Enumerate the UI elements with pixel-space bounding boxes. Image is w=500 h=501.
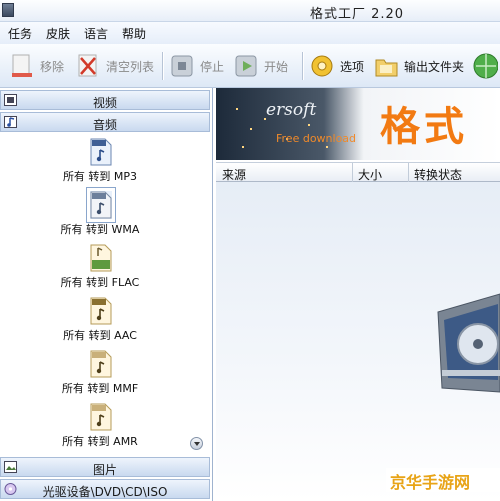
amr-file-icon — [90, 403, 112, 431]
category-rom-device[interactable]: 光驱设备\DVD\CD\ISO — [0, 479, 210, 499]
task-list-header: 来源 大小 转换状态 — [216, 162, 500, 182]
category-video[interactable]: 视频 — [0, 90, 210, 110]
format-aac[interactable]: 所有 转到 AAC — [0, 297, 200, 349]
title-bar: 格式工厂 2.20 — [0, 0, 500, 22]
stop-icon — [170, 52, 196, 80]
category-audio[interactable]: 音频 — [0, 112, 210, 132]
format-flac[interactable]: 所有 转到 FLAC — [0, 244, 200, 296]
banner-title: 格式工 — [380, 104, 468, 150]
menu-task[interactable]: 任务 — [8, 25, 32, 42]
wma-file-icon — [86, 187, 116, 223]
window-title: 格式工厂 2.20 — [310, 7, 405, 22]
banner-subtitle: Free download — [276, 132, 357, 145]
menu-bar: 任务 皮肤 语言 帮助 — [0, 22, 500, 44]
remove-button[interactable]: 移除 — [10, 50, 64, 82]
brand-logo-text: ersoft — [266, 100, 317, 120]
options-icon — [310, 52, 336, 80]
category-image[interactable]: 图片 — [0, 457, 210, 477]
format-amr[interactable]: 所有 转到 AMR — [0, 403, 200, 455]
globe-icon — [472, 52, 499, 80]
menu-help[interactable]: 帮助 — [122, 25, 146, 42]
brand-banner: ersoft Free download 格式工 — [216, 88, 500, 160]
format-wma[interactable]: 所有 转到 WMA — [0, 187, 200, 243]
mmf-file-icon — [90, 350, 112, 378]
remove-icon — [10, 52, 36, 80]
format-mmf[interactable]: 所有 转到 MMF — [0, 350, 200, 402]
category-panel: 视频 音频 所有 转到 MP3 所有 转到 WMA 所有 转到 FLAC 所有 … — [0, 88, 213, 501]
film-disc-illustration — [428, 292, 500, 402]
column-status[interactable]: 转换状态 — [414, 166, 462, 183]
watermark-text: 京华手游网 — [386, 468, 500, 492]
mp3-file-icon — [90, 138, 112, 166]
flac-file-icon — [90, 244, 112, 272]
app-icon — [2, 3, 14, 17]
toolbar: 移除 清空列表 停止 开始 选项 输出文件夹 — [0, 44, 500, 88]
column-size[interactable]: 大小 — [358, 166, 382, 183]
clear-list-button[interactable]: 清空列表 — [76, 50, 154, 82]
start-button[interactable]: 开始 — [234, 50, 288, 82]
aac-file-icon — [90, 297, 112, 325]
toolbar-separator — [302, 52, 303, 80]
clear-list-icon — [76, 52, 102, 80]
menu-language[interactable]: 语言 — [84, 25, 108, 42]
menu-skin[interactable]: 皮肤 — [46, 25, 70, 42]
format-mp3[interactable]: 所有 转到 MP3 — [0, 138, 200, 190]
stop-button[interactable]: 停止 — [170, 50, 224, 82]
options-button[interactable]: 选项 — [310, 50, 364, 82]
start-icon — [234, 52, 260, 80]
globe-button[interactable] — [472, 50, 500, 82]
scroll-down-button[interactable] — [190, 437, 203, 450]
output-folder-button[interactable]: 输出文件夹 — [374, 50, 464, 82]
toolbar-separator — [162, 52, 163, 80]
folder-icon — [374, 52, 400, 80]
column-source[interactable]: 来源 — [222, 166, 246, 183]
